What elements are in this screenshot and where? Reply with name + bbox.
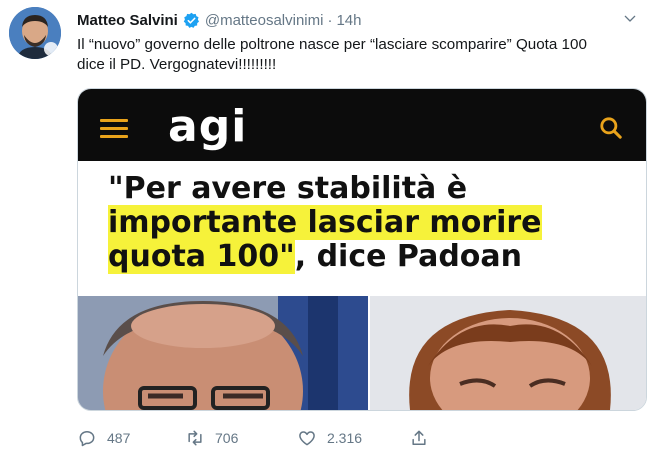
card-headline: "Per avere stabilità è importante lascia… xyxy=(108,172,628,274)
agi-header-bar: agi xyxy=(78,89,646,161)
retweet-icon xyxy=(188,430,202,446)
retweet-button[interactable]: 706 xyxy=(185,428,238,448)
card-photo xyxy=(78,296,646,410)
retweet-count: 706 xyxy=(215,430,239,446)
headline-line: "Per avere stabilità è xyxy=(108,171,468,206)
share-button[interactable] xyxy=(409,428,439,448)
share-icon xyxy=(412,430,426,445)
hamburger-menu-icon xyxy=(100,119,128,138)
tweet-timestamp[interactable]: 14h xyxy=(336,12,361,29)
avatar[interactable] xyxy=(9,7,61,59)
tweet: Matteo Salvini @matteosalvinimi · 14h Il… xyxy=(0,0,658,465)
photo-woman xyxy=(370,296,646,410)
tweet-text: Il “nuovo” governo delle poltrone nasce … xyxy=(77,35,647,75)
author-name[interactable]: Matteo Salvini xyxy=(77,12,178,29)
headline-rest: , dice Padoan xyxy=(294,239,523,274)
headline-line: importante lasciar morire xyxy=(108,205,628,240)
like-count: 2.316 xyxy=(327,430,363,446)
reply-icon xyxy=(79,431,95,447)
headline-highlight: importante lasciar morire xyxy=(108,205,542,240)
media-card[interactable]: agi "Per avere stabilità è importante la… xyxy=(77,88,647,411)
photo-man xyxy=(78,296,368,410)
tweet-actions: 487 706 2.316 xyxy=(77,428,477,450)
separator-dot: · xyxy=(327,11,333,29)
reply-button[interactable]: 487 xyxy=(77,428,130,448)
tweet-text-line: dice il PD. Vergognatevi!!!!!!!!! xyxy=(77,56,277,73)
verified-badge-icon xyxy=(183,12,199,28)
reply-count: 487 xyxy=(107,430,131,446)
heart-icon xyxy=(299,431,315,446)
chevron-down-icon[interactable] xyxy=(622,11,638,27)
search-icon xyxy=(600,117,622,139)
like-button[interactable]: 2.316 xyxy=(297,428,362,448)
headline-highlight: quota 100" xyxy=(108,239,295,274)
author-handle[interactable]: @matteosalvinimi xyxy=(205,12,324,29)
tweet-header: Matteo Salvini @matteosalvinimi · 14h xyxy=(77,9,638,31)
tweet-text-line: Il “nuovo” governo delle poltrone nasce … xyxy=(77,36,587,53)
agi-logo: agi xyxy=(168,101,248,152)
headline-line: quota 100", dice Padoan xyxy=(108,239,628,274)
